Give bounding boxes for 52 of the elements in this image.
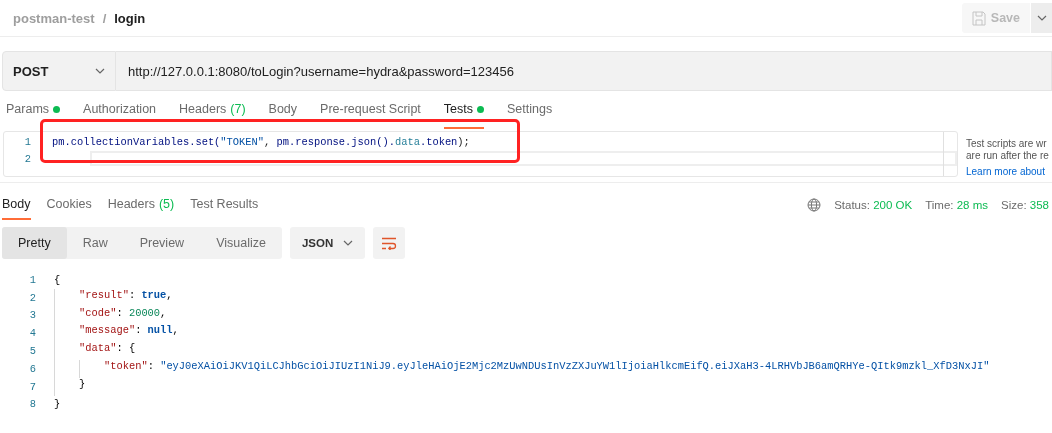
line-number: 2 (23, 152, 32, 165)
chevron-down-icon (95, 68, 105, 74)
line-number: 4 (28, 327, 36, 340)
response-tab[interactable]: Headers (5) (107, 189, 175, 220)
method-dropdown[interactable]: POST (2, 51, 116, 91)
format-dropdown[interactable]: JSON (289, 227, 365, 259)
line-number: 2 (28, 291, 36, 304)
response-tab[interactable]: Test Results (190, 189, 259, 220)
response-stat: Time: 28 ms (925, 198, 989, 211)
request-tab[interactable]: Body (268, 91, 298, 129)
view-mode-tab[interactable]: Visualize (200, 227, 282, 259)
code-line: "data": { (36, 342, 136, 360)
code-line: "message": null, (36, 324, 179, 343)
code-line: { (53, 273, 61, 286)
hint-text: are run after the re (966, 150, 1050, 161)
url-field[interactable]: http://127.0.0.1:8080/toLogin?username=hydra&password=123456 (116, 51, 1052, 91)
line-number: 5 (28, 345, 36, 358)
view-mode-tab[interactable]: Raw (66, 227, 124, 259)
chevron-down-icon (342, 240, 353, 246)
learn-more-link[interactable]: Learn more about (966, 166, 1052, 177)
wrap-lines-button[interactable] (372, 227, 405, 259)
globe-icon (807, 197, 822, 212)
request-tab[interactable]: Pre-request Script (320, 91, 421, 129)
response-stat: Size: 358 (1001, 198, 1049, 211)
request-tab[interactable]: Headers (7) (179, 91, 246, 129)
line-number: 6 (28, 362, 36, 375)
code-line: "token": "eyJ0eXAiOiJKV1QiLCJhbGciOiJIUzI1NiJ9.eyJleHAiOjE2Mjc2MzUwNDUsInVzZXJuYW1lIjoiaHlkcmEifQ.eiJXaH3-4LRHVbJB6amQRHYe-QItk9mzkl_XfD3NxJI" (36, 360, 990, 378)
chevron-down-icon (1036, 15, 1047, 21)
view-mode-tab[interactable]: Pretty (2, 227, 67, 259)
request-tab[interactable]: Params (6, 91, 61, 129)
request-tab[interactable]: Authorization (83, 91, 157, 129)
code-line: pm.collectionVariables.set("TOKEN", pm.response.json().data.token); (51, 135, 471, 148)
line-number: 3 (28, 309, 36, 322)
response-stat: Status: 200 OK (834, 198, 913, 211)
request-name: login (114, 10, 146, 26)
script-editor[interactable]: 1 pm.collectionVariables.set("TOKEN", pm.response.json().data.token); 2 (3, 131, 958, 177)
request-tab[interactable]: Settings (507, 91, 553, 129)
line-number: 1 (28, 273, 36, 286)
breadcrumb-separator: / (102, 10, 107, 26)
code-line: } (36, 377, 86, 396)
view-mode-tab[interactable]: Preview (123, 227, 201, 259)
line-number: 8 (28, 398, 36, 411)
line-number: 7 (28, 380, 36, 393)
hint-text: Test scripts are wr (966, 138, 1048, 149)
response-tab[interactable]: Cookies (46, 189, 92, 220)
code-line: "code": 20000, (36, 306, 167, 325)
request-tab[interactable]: Tests (443, 91, 484, 129)
response-tab[interactable]: Body (2, 189, 31, 220)
line-number: 1 (23, 135, 32, 148)
wrap-lines-icon (380, 236, 397, 250)
code-line: } (53, 398, 61, 411)
code-line: "result": true, (36, 288, 173, 307)
